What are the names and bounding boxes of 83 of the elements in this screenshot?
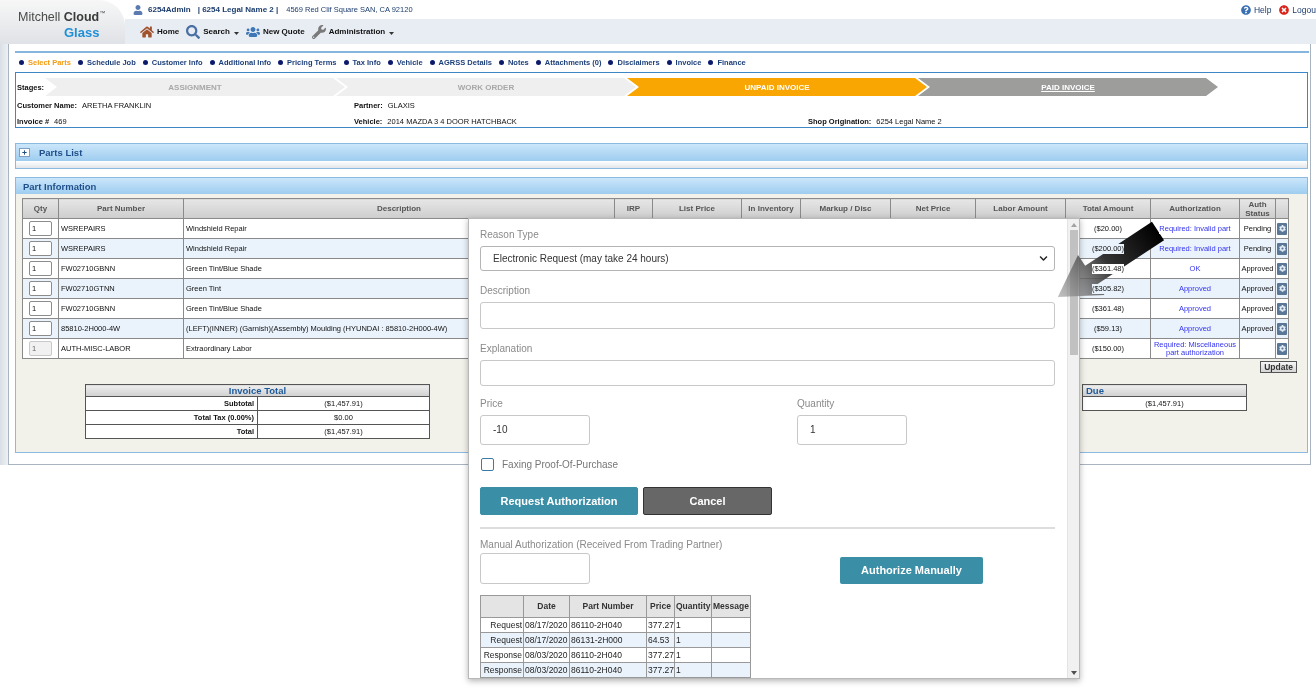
gear-icon[interactable] [1277, 322, 1287, 335]
column-header: Quantity [674, 595, 712, 618]
column-header: Markup / Disc [800, 198, 891, 219]
bullet-icon [429, 60, 435, 65]
request-authorization-button[interactable]: Request Authorization [480, 487, 638, 515]
scroll-down-icon[interactable] [1070, 671, 1077, 675]
column-header: Price [646, 595, 675, 618]
panel-title: Parts List [39, 147, 83, 158]
column-header: Qty [22, 198, 59, 219]
field-label: Explanation [480, 342, 533, 355]
quantity-field[interactable]: 1 [797, 415, 907, 445]
bullet-icon [535, 60, 541, 65]
authorize-manually-button[interactable]: Authorize Manually [840, 557, 983, 584]
bullet-icon [343, 60, 349, 65]
column-header: List Price [652, 198, 742, 219]
user-icon [133, 4, 143, 15]
column-header: Date [523, 595, 570, 618]
bullet-icon [77, 60, 83, 65]
logo-wordmark: Mitchell Cloud$^{™}$ [18, 9, 106, 25]
gear-icon[interactable] [1277, 282, 1287, 295]
nav-link[interactable]: Search [186, 24, 239, 39]
bullet-icon [387, 60, 393, 65]
home-icon [140, 24, 154, 39]
nav-link[interactable]: Home [140, 24, 180, 39]
gear-icon[interactable] [1277, 262, 1287, 275]
nav-link[interactable]: Administration [311, 24, 395, 39]
nav-link[interactable]: New Quote [245, 24, 305, 39]
column-header: Message [711, 595, 751, 618]
column-header: Auth Status [1239, 198, 1276, 219]
update-button[interactable]: Update [1260, 361, 1297, 373]
chevron-down-icon [1039, 254, 1048, 264]
column-header: Authorization [1150, 198, 1240, 219]
field-label: Price [480, 398, 503, 410]
field-label: Quantity [797, 398, 835, 410]
bullet-icon [278, 60, 284, 65]
expand-icon[interactable] [19, 148, 30, 157]
gear-icon[interactable] [1277, 342, 1287, 355]
cancel-button[interactable]: Cancel [643, 487, 772, 515]
reason-type-select[interactable]: Electronic Request (may take 24 hours) [480, 246, 1055, 272]
scroll-up-icon[interactable] [1070, 223, 1077, 227]
column-header: Net Price [890, 198, 976, 219]
stage-step: WORK ORDER [336, 78, 636, 96]
bullet-icon [209, 60, 215, 65]
checkbox[interactable] [481, 458, 494, 471]
field-label: Description [480, 285, 531, 298]
help-link[interactable]: Help [1240, 4, 1272, 15]
bullet-icon [608, 60, 614, 65]
column-header: Part Number [58, 198, 184, 219]
stage-step: ASSIGNMENT [45, 78, 345, 96]
description-field[interactable] [480, 302, 1055, 329]
gear-icon[interactable] [1277, 302, 1287, 315]
checkbox-label: Faxing Proof-Of-Purchase [502, 459, 619, 470]
search-icon [186, 24, 201, 39]
table-title: Due [1082, 384, 1247, 397]
column-header [480, 595, 524, 618]
column-header: Labor Amount [975, 198, 1066, 219]
bullet-icon [708, 60, 714, 65]
user-name: 6254Admin [148, 5, 191, 14]
column-header: IRP [614, 198, 653, 219]
bullet-icon [498, 60, 504, 65]
people-icon [245, 24, 260, 39]
help-icon [1240, 4, 1251, 15]
field-label: Manual Authorization (Received From Trading Partner) [480, 539, 723, 551]
wrench-icon [311, 24, 326, 39]
explanation-field[interactable] [480, 359, 1055, 386]
scrollbar-track[interactable] [1067, 219, 1079, 678]
bullet-icon [666, 60, 672, 65]
bullet-icon [19, 60, 24, 65]
price-field[interactable]: -10 [480, 415, 590, 445]
bullet-icon [142, 60, 148, 65]
company-name: | 6254 Legal Name 2 | [197, 5, 279, 14]
logout-link[interactable]: Logou [1279, 4, 1316, 15]
gear-icon[interactable] [1277, 242, 1287, 255]
manual-authorization-field[interactable] [480, 553, 590, 584]
panel-title: Part Information [23, 180, 97, 192]
logo-product-name: Glass [64, 25, 100, 40]
field-label: Reason Type [480, 229, 539, 241]
column-header: Description [183, 198, 615, 219]
gear-icon[interactable] [1277, 222, 1287, 235]
column-header: Part Number [569, 595, 647, 618]
column-header: In Inventory [741, 198, 801, 219]
table-title: Invoice Total [85, 384, 430, 397]
column-header: Total Amount [1065, 198, 1151, 219]
